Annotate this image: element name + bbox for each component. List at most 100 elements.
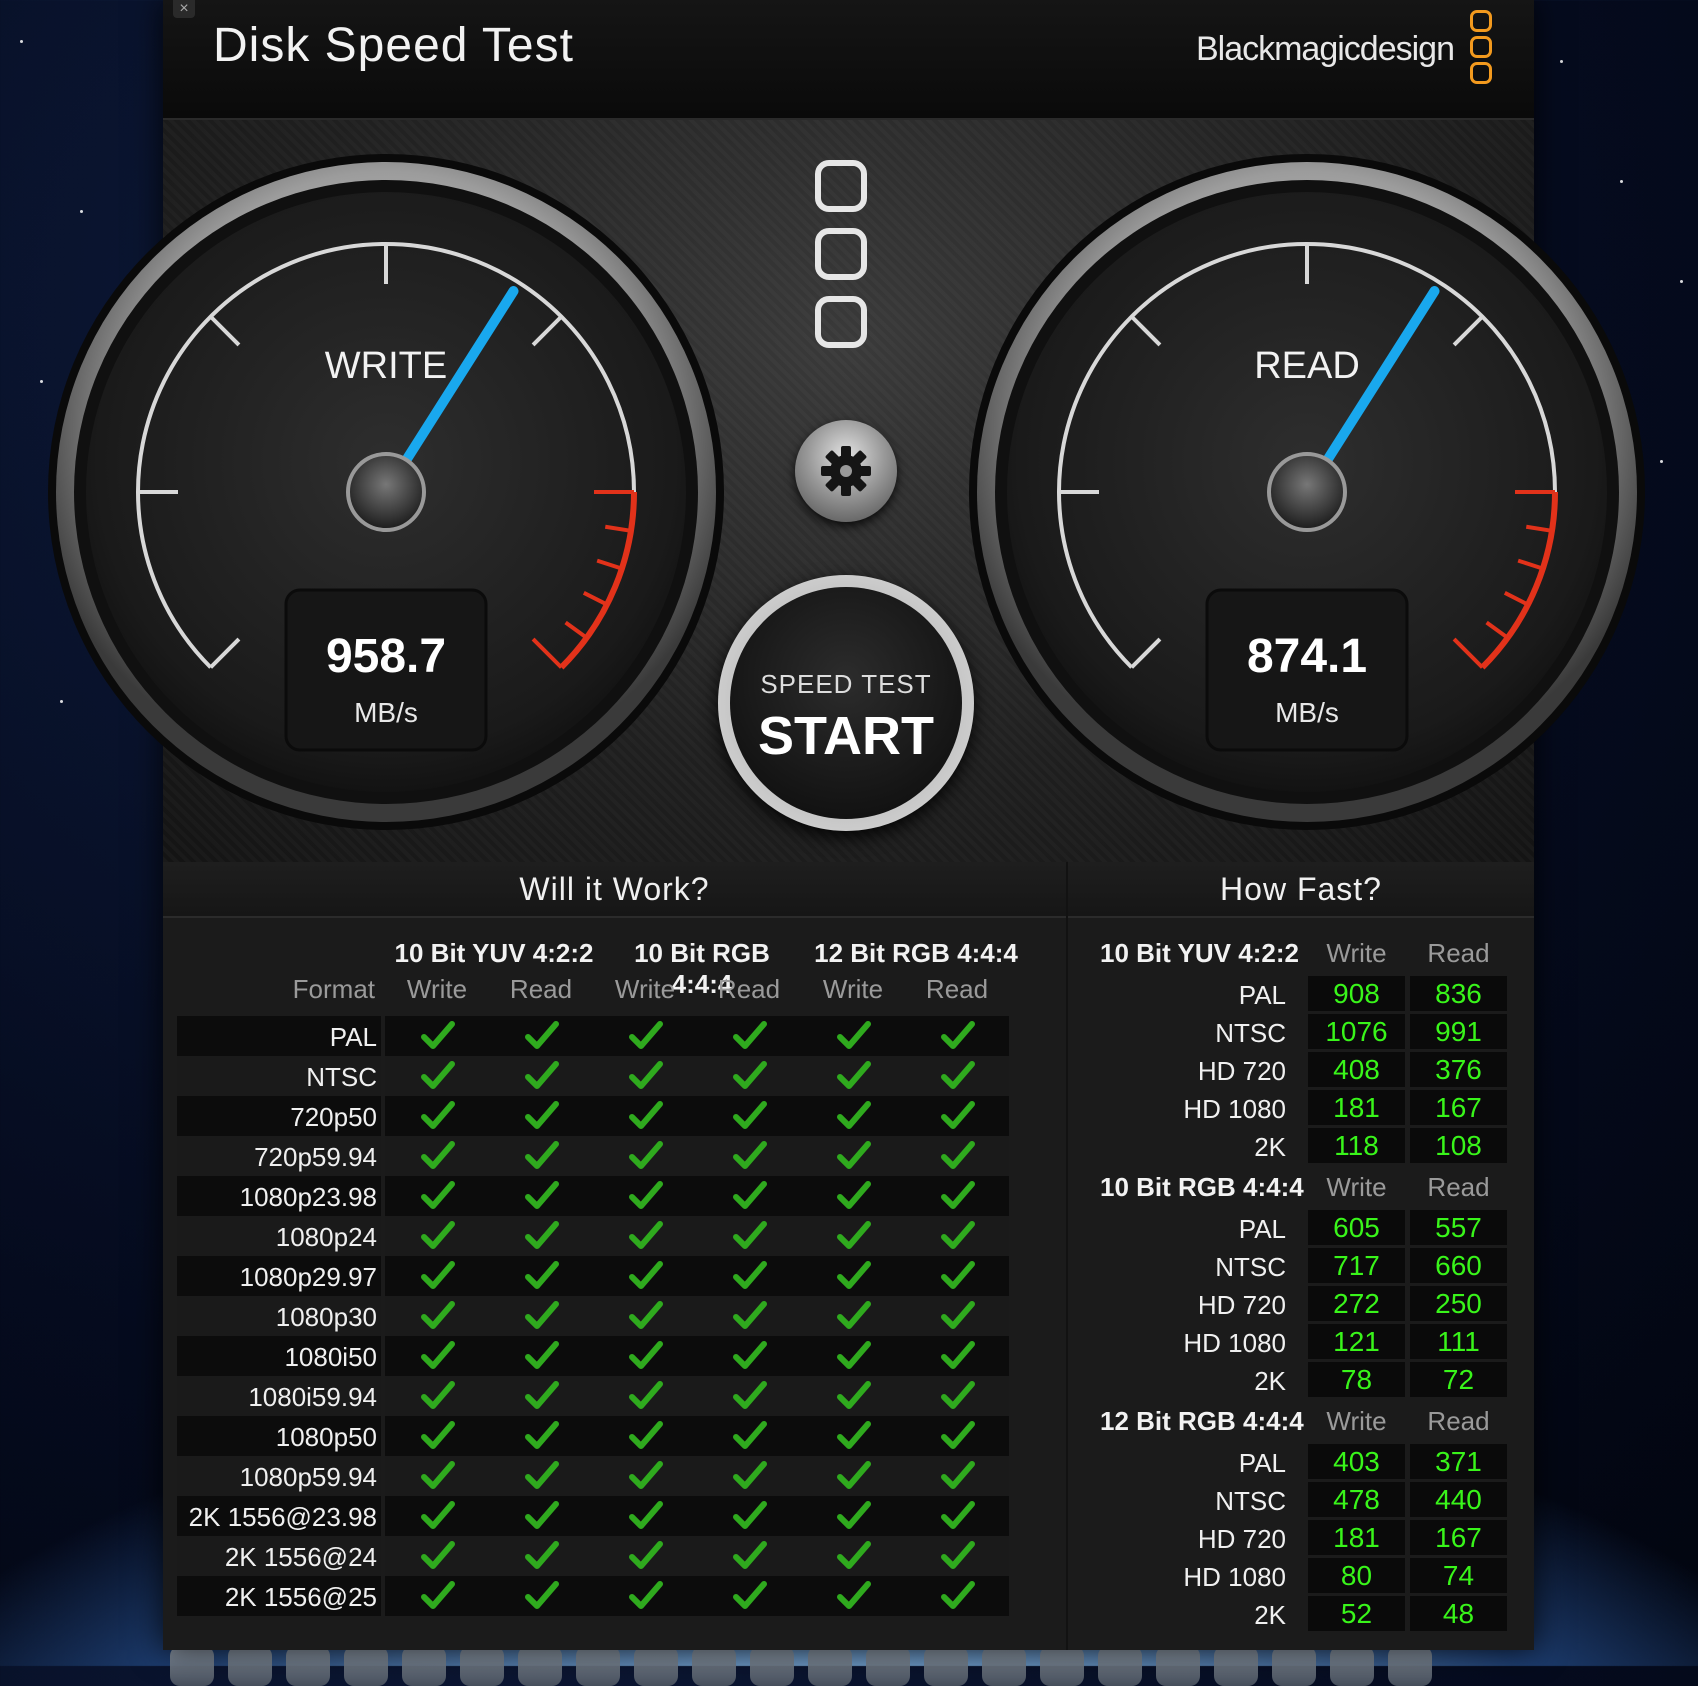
dock-app-icon[interactable] <box>1272 1646 1316 1686</box>
compatibility-cell <box>697 1536 801 1576</box>
check-icon <box>941 1541 975 1569</box>
blackmagic-center-logo-icon <box>815 160 875 364</box>
dock-app-icon[interactable] <box>808 1646 852 1686</box>
dock-app-icon[interactable] <box>170 1646 214 1686</box>
how-fast-row-label: PAL <box>1238 1448 1286 1478</box>
how-fast-row-label: HD 720 <box>1197 1524 1286 1554</box>
dock-app-icon[interactable] <box>1040 1646 1084 1686</box>
dock-app-icon[interactable] <box>460 1646 504 1686</box>
dock-app-icon[interactable] <box>750 1646 794 1686</box>
check-icon <box>941 1581 975 1609</box>
check-icon <box>733 1461 767 1489</box>
dock-app-icon[interactable] <box>518 1646 562 1686</box>
compatibility-cell <box>905 1416 1009 1456</box>
compatibility-cell <box>593 1136 697 1176</box>
dock-app-icon[interactable] <box>692 1646 736 1686</box>
check-icon <box>837 1581 871 1609</box>
compatibility-cell <box>489 1416 593 1456</box>
dock-app-icon[interactable] <box>286 1646 330 1686</box>
compatibility-cell <box>697 1016 801 1056</box>
settings-button[interactable] <box>795 420 897 522</box>
table-row: 1080p23.98 <box>177 1176 1033 1216</box>
column-header-write: Write <box>614 974 676 1004</box>
check-icon <box>629 1061 663 1089</box>
dock-app-icon[interactable] <box>228 1646 272 1686</box>
format-label: 1080p23.98 <box>239 1182 377 1212</box>
how-fast-write-value: 118 <box>1308 1128 1405 1163</box>
check-icon <box>525 1261 559 1289</box>
dock-app-icon[interactable] <box>402 1646 446 1686</box>
dock-app-icon[interactable] <box>634 1646 678 1686</box>
compatibility-cell <box>385 1536 489 1576</box>
how-fast-write-value: 408 <box>1308 1052 1405 1087</box>
compatibility-cell <box>697 1176 801 1216</box>
group-header: 10 Bit YUV 4:2:2 <box>394 938 594 968</box>
check-icon <box>837 1141 871 1169</box>
check-icon <box>629 1181 663 1209</box>
how-fast-write-value: 403 <box>1308 1444 1405 1479</box>
format-label: 1080i50 <box>284 1342 377 1372</box>
compatibility-cell <box>593 1216 697 1256</box>
compatibility-cell <box>801 1096 905 1136</box>
check-icon <box>837 1021 871 1049</box>
compatibility-cell <box>489 1256 593 1296</box>
how-fast-read-value: 376 <box>1410 1052 1507 1087</box>
how-fast-write-value: 717 <box>1308 1248 1405 1283</box>
check-icon <box>525 1221 559 1249</box>
compatibility-cell <box>593 1296 697 1336</box>
compatibility-cell <box>385 1416 489 1456</box>
check-icon <box>941 1021 975 1049</box>
check-icon <box>733 1021 767 1049</box>
check-icon <box>421 1301 455 1329</box>
check-icon <box>837 1301 871 1329</box>
compatibility-cell <box>489 1576 593 1616</box>
format-label: 1080p50 <box>275 1422 377 1452</box>
compatibility-cell <box>801 1256 905 1296</box>
check-icon <box>837 1381 871 1409</box>
start-button[interactable]: SPEED TEST START <box>718 575 974 831</box>
column-header-write: Write <box>406 974 468 1004</box>
how-fast-row-label: NTSC <box>1215 1252 1286 1282</box>
check-icon <box>525 1141 559 1169</box>
write-value: 958.7 <box>326 630 446 683</box>
compatibility-cell <box>697 1576 801 1616</box>
format-label: 1080i59.94 <box>248 1382 377 1412</box>
format-label: 2K 1556@24 <box>224 1542 377 1572</box>
table-row: 1080p24 <box>177 1216 1033 1256</box>
dock-app-icon[interactable] <box>1156 1646 1200 1686</box>
check-icon <box>421 1381 455 1409</box>
check-icon <box>941 1501 975 1529</box>
how-fast-read-value: 991 <box>1410 1014 1507 1049</box>
check-icon <box>525 1341 559 1369</box>
compatibility-cell <box>489 1136 593 1176</box>
dock-app-icon[interactable] <box>1330 1646 1374 1686</box>
compatibility-cell <box>385 1096 489 1136</box>
compatibility-cell <box>593 1056 697 1096</box>
check-icon <box>421 1101 455 1129</box>
format-label: 2K 1556@25 <box>224 1582 377 1612</box>
dock-app-icon[interactable] <box>982 1646 1026 1686</box>
how-fast-write-value: 80 <box>1308 1558 1405 1593</box>
how-fast-read-value: 250 <box>1410 1286 1507 1321</box>
dock-app-icon[interactable] <box>1098 1646 1142 1686</box>
dock-app-icon[interactable] <box>1214 1646 1258 1686</box>
check-icon <box>629 1141 663 1169</box>
dock-app-icon[interactable] <box>924 1646 968 1686</box>
check-icon <box>837 1461 871 1489</box>
dock-app-icon[interactable] <box>866 1646 910 1686</box>
compatibility-cell <box>385 1496 489 1536</box>
table-row: 1080p29.97 <box>177 1256 1033 1296</box>
check-icon <box>421 1221 455 1249</box>
read-needle-hub <box>1267 452 1347 532</box>
how-fast-read-value: 440 <box>1410 1482 1507 1517</box>
format-label: 720p50 <box>290 1102 377 1132</box>
dock-app-icon[interactable] <box>344 1646 388 1686</box>
dock-app-icon[interactable] <box>576 1646 620 1686</box>
compatibility-cell <box>905 1056 1009 1096</box>
dock-app-icon[interactable] <box>1388 1646 1432 1686</box>
compatibility-cell <box>385 1056 489 1096</box>
format-label: 2K 1556@23.98 <box>188 1502 377 1532</box>
compatibility-cell <box>801 1016 905 1056</box>
compatibility-cell <box>593 1536 697 1576</box>
check-icon <box>421 1421 455 1449</box>
